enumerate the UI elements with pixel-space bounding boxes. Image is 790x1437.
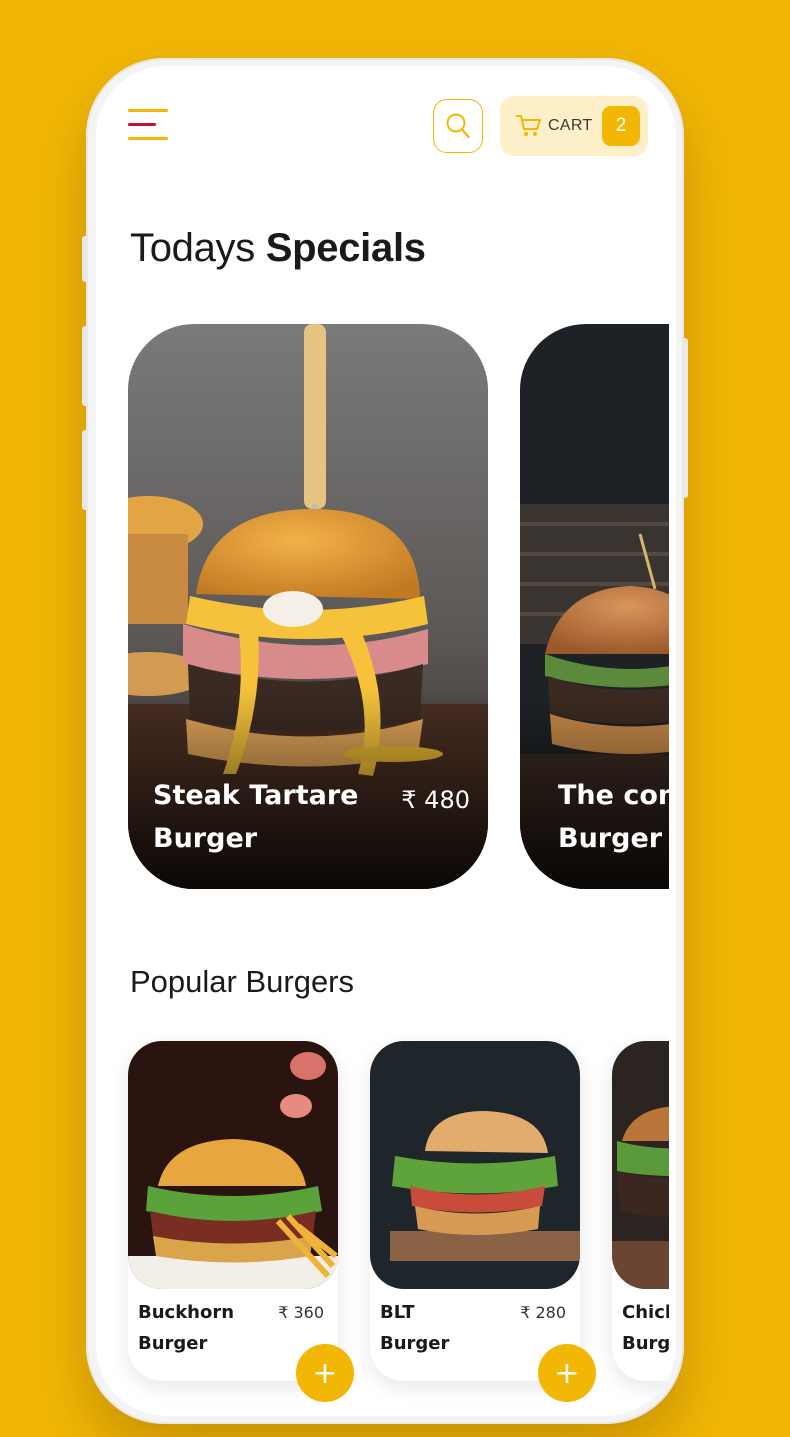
popular-card-price: ₹ 360	[278, 1303, 324, 1322]
special-card-name: The com Burger	[558, 780, 669, 854]
app-screen: CART 2 Todays Specials Steak Tartare Bur…	[96, 66, 676, 1416]
specials-heading-bold: Specials	[265, 226, 426, 270]
popular-card-price: ₹ 280	[520, 1303, 566, 1322]
search-button[interactable]	[433, 99, 483, 153]
burger-photo	[612, 1041, 669, 1289]
cart-button[interactable]: CART 2	[500, 96, 648, 156]
phone-side-button	[82, 430, 88, 510]
special-card-name: Steak Tartare Burger	[153, 780, 359, 854]
add-to-cart-button[interactable]: +	[538, 1344, 596, 1402]
popular-card-name: BLT Burger	[380, 1302, 450, 1354]
popular-card[interactable]: Chick Burge	[612, 1041, 669, 1381]
special-card-price: ₹ 480	[401, 786, 470, 814]
popular-card[interactable]: Buckhorn Burger ₹ 360 +	[128, 1041, 354, 1402]
phone-side-button	[682, 338, 688, 498]
special-card[interactable]: The com Burger	[520, 324, 669, 889]
special-card[interactable]: Steak Tartare Burger ₹ 480	[128, 324, 488, 889]
popular-card-name: Buckhorn Burger	[138, 1302, 235, 1354]
content-area: CART 2 Todays Specials Steak Tartare Bur…	[96, 66, 669, 1416]
add-to-cart-button[interactable]: +	[296, 1344, 354, 1402]
cart-icon	[516, 115, 541, 136]
cart-count-badge: 2	[602, 106, 640, 146]
cart-label: CART	[548, 117, 593, 134]
phone-side-button	[82, 236, 88, 282]
popular-card-name: Chick Burge	[622, 1302, 669, 1354]
specials-heading-regular: Todays	[130, 226, 255, 270]
burger-photo	[370, 1041, 580, 1289]
search-icon	[446, 113, 470, 139]
popular-heading: Popular Burgers	[130, 964, 355, 999]
popular-card[interactable]: BLT Burger ₹ 280 +	[370, 1041, 596, 1402]
phone-side-button	[82, 326, 88, 406]
burger-photo	[128, 1041, 338, 1289]
specials-heading: Todays Specials	[130, 226, 426, 271]
hamburger-menu-icon[interactable]	[128, 106, 172, 146]
